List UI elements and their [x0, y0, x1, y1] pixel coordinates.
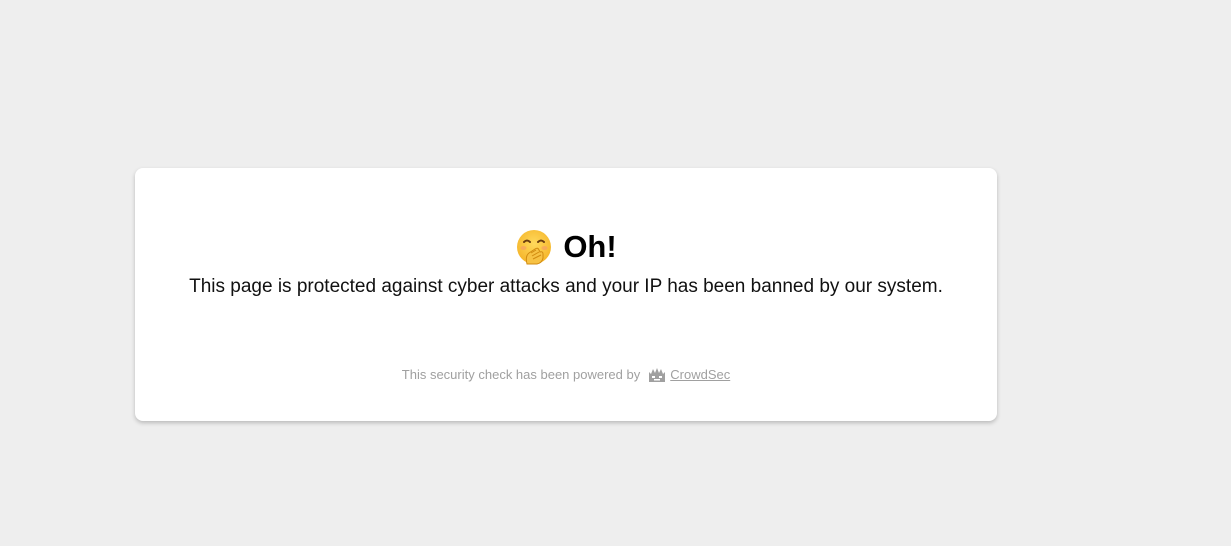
footer-text: This security check has been powered by: [401, 367, 641, 382]
page-heading: Oh!: [135, 228, 997, 266]
ban-card: Oh! This page is protected against cyber…: [135, 168, 997, 421]
heading-text: Oh!: [563, 229, 617, 264]
crowdsec-link[interactable]: CrowdSec: [670, 366, 730, 384]
hand-over-mouth-emoji-icon: [515, 228, 553, 266]
footer: This security check has been powered by …: [135, 366, 997, 384]
crowdsec-logo-icon: [648, 367, 666, 383]
ban-message: This page is protected against cyber att…: [189, 276, 943, 297]
